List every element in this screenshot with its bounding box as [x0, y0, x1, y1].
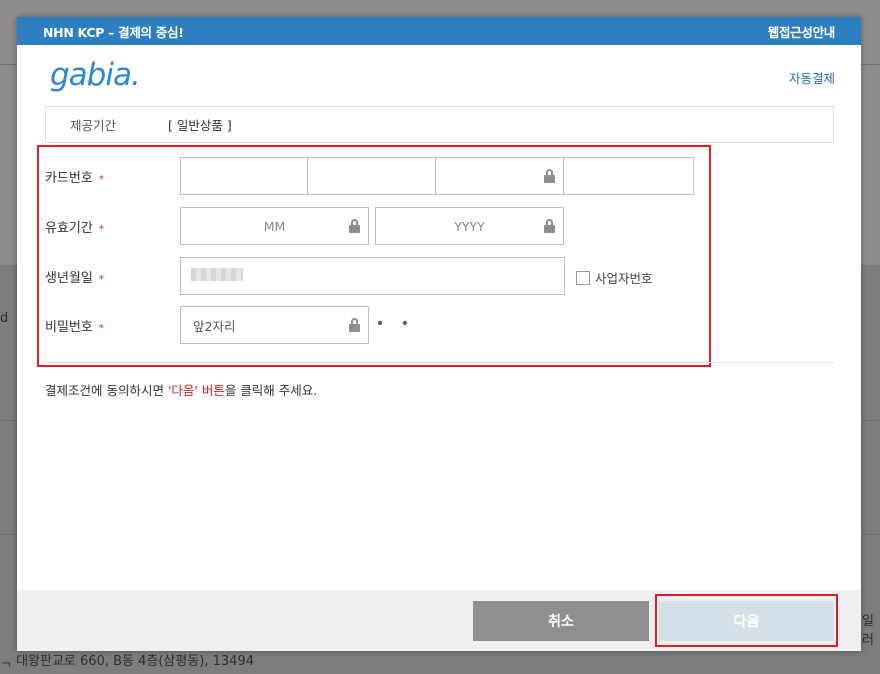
expiry-year-input[interactable]: YYYY — [375, 207, 564, 245]
card-number-input-3[interactable] — [435, 157, 564, 195]
card-number-input-1[interactable] — [180, 157, 309, 195]
period-label: 제공기간 — [70, 118, 117, 133]
card-number-input-4[interactable] — [563, 157, 694, 195]
card-number-input-2[interactable] — [307, 157, 436, 195]
dialog-title-bar: NHN KCP – 결제의 중심! 웹접근성안내 — [17, 17, 861, 45]
period-value: [ 일반상품 ] — [168, 118, 232, 133]
lock-icon — [349, 219, 360, 233]
card-number-row: 카드번호 * — [39, 157, 709, 195]
brand-row: gabia. 자동결제 — [17, 45, 861, 105]
next-button[interactable]: 다음 — [659, 601, 834, 641]
dialog-title: NHN KCP – 결제의 중심! — [43, 24, 184, 40]
background-text-fragment: d — [0, 311, 9, 326]
birth-date-row: 생년월일 * 사업자번호 — [39, 257, 709, 295]
expiry-month-placeholder: MM — [263, 218, 286, 234]
auto-payment-label: 자동결제 — [788, 71, 835, 86]
cancel-button[interactable]: 취소 — [473, 601, 649, 641]
required-mark: * — [98, 173, 104, 185]
service-period-row: 제공기간 [ 일반상품 ] — [45, 106, 834, 143]
business-number-checkbox[interactable] — [576, 270, 590, 285]
accessibility-guide-link[interactable]: 웹접근성안내 — [768, 22, 836, 41]
divider — [45, 362, 834, 363]
logo-text: gabia. — [50, 57, 141, 93]
business-number-option[interactable]: 사업자번호 — [576, 268, 653, 287]
required-mark: * — [98, 273, 104, 285]
expiry-label: 유효기간 * — [45, 220, 104, 236]
redacted-value — [191, 268, 243, 281]
payment-dialog: NHN KCP – 결제의 중심! 웹접근성안내 gabia. 자동결제 제공기… — [17, 17, 861, 651]
required-mark: * — [98, 322, 104, 334]
expiry-row: 유효기간 * MM YYYY — [39, 207, 709, 245]
password-input[interactable]: 앞2자리 — [180, 306, 369, 344]
background-text-fragment: 일러 — [862, 614, 874, 648]
background-address: ᆨ 대왕판교로 660, B동 4층(삼평동), 13494 — [0, 654, 254, 669]
password-masked-suffix: • • — [376, 316, 415, 332]
business-number-label: 사업자번호 — [595, 271, 653, 286]
password-row: 비밀번호 * 앞2자리 • • — [39, 306, 709, 344]
notice-button-highlight: 버튼 — [197, 383, 225, 398]
lock-icon — [349, 318, 360, 332]
birth-date-label: 생년월일 * — [45, 270, 104, 286]
required-mark: * — [98, 223, 104, 235]
gabia-logo: gabia. — [50, 57, 141, 93]
notice-next-highlight: 다음 — [171, 383, 195, 398]
payment-notice: 결제조건에 동의하시면 '다음' 버튼을 클릭해 주세요. — [45, 383, 318, 398]
expiry-month-input[interactable]: MM — [180, 207, 369, 245]
birth-date-input[interactable] — [180, 257, 565, 295]
lock-icon — [544, 219, 555, 233]
expiry-year-placeholder: YYYY — [454, 218, 485, 234]
password-label: 비밀번호 * — [45, 319, 104, 335]
card-number-label: 카드번호 * — [45, 170, 104, 186]
lock-icon — [544, 169, 555, 183]
card-form-highlight: 카드번호 * 유효기간 * MM YYYY 생년월일 * 사업자번호 비밀번호 … — [37, 145, 711, 367]
password-placeholder: 앞2자리 — [193, 318, 236, 334]
